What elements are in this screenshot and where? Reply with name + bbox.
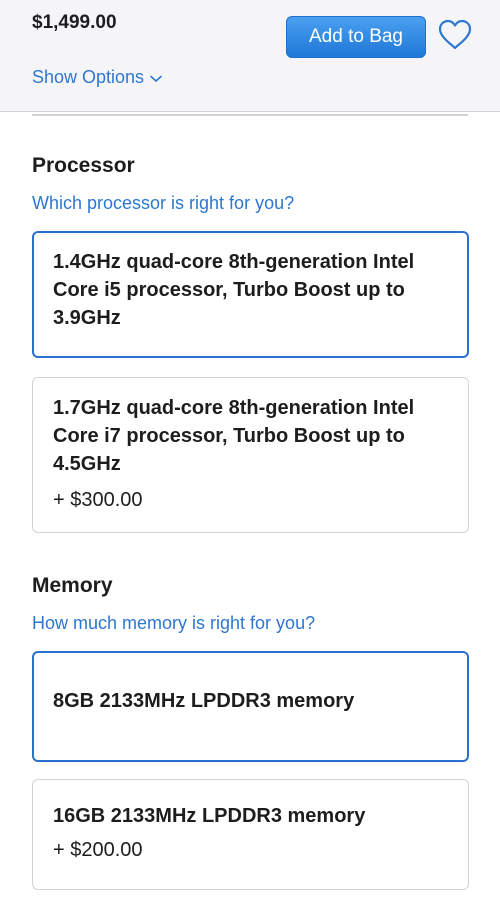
- chevron-down-icon: [150, 75, 162, 82]
- processor-heading: Processor: [32, 154, 135, 177]
- favorite-button[interactable]: [437, 19, 473, 51]
- option-name: 16GB 2133MHz LPDDR3 memory: [53, 805, 366, 827]
- memory-option-8gb[interactable]: 8GB 2133MHz LPDDR3 memory: [32, 651, 469, 762]
- processor-option-i5[interactable]: 1.4GHz quad-core 8th-generation Intel Co…: [32, 231, 469, 358]
- option-price: + $200.00: [53, 839, 143, 861]
- memory-option-16gb[interactable]: 16GB 2133MHz LPDDR3 memory + $200.00: [32, 779, 469, 890]
- add-to-bag-button[interactable]: Add to Bag: [286, 16, 426, 58]
- show-options-link[interactable]: Show Options: [32, 67, 162, 88]
- total-price: $1,499.00: [32, 12, 117, 33]
- processor-help-link[interactable]: Which processor is right for you?: [32, 193, 294, 214]
- heart-icon: [438, 19, 472, 50]
- option-price: + $300.00: [53, 489, 143, 511]
- memory-heading: Memory: [32, 574, 113, 597]
- show-options-label: Show Options: [32, 67, 145, 87]
- purchase-summary-bar: $1,499.00 Add to Bag Show Options: [0, 0, 500, 112]
- section-divider: [32, 114, 468, 116]
- processor-option-i7[interactable]: 1.7GHz quad-core 8th-generation Intel Co…: [32, 377, 469, 533]
- option-name: 8GB 2133MHz LPDDR3 memory: [53, 690, 355, 712]
- option-name: 1.7GHz quad-core 8th-generation Intel Co…: [53, 397, 415, 475]
- option-name: 1.4GHz quad-core 8th-generation Intel Co…: [53, 251, 415, 329]
- memory-help-link[interactable]: How much memory is right for you?: [32, 613, 315, 634]
